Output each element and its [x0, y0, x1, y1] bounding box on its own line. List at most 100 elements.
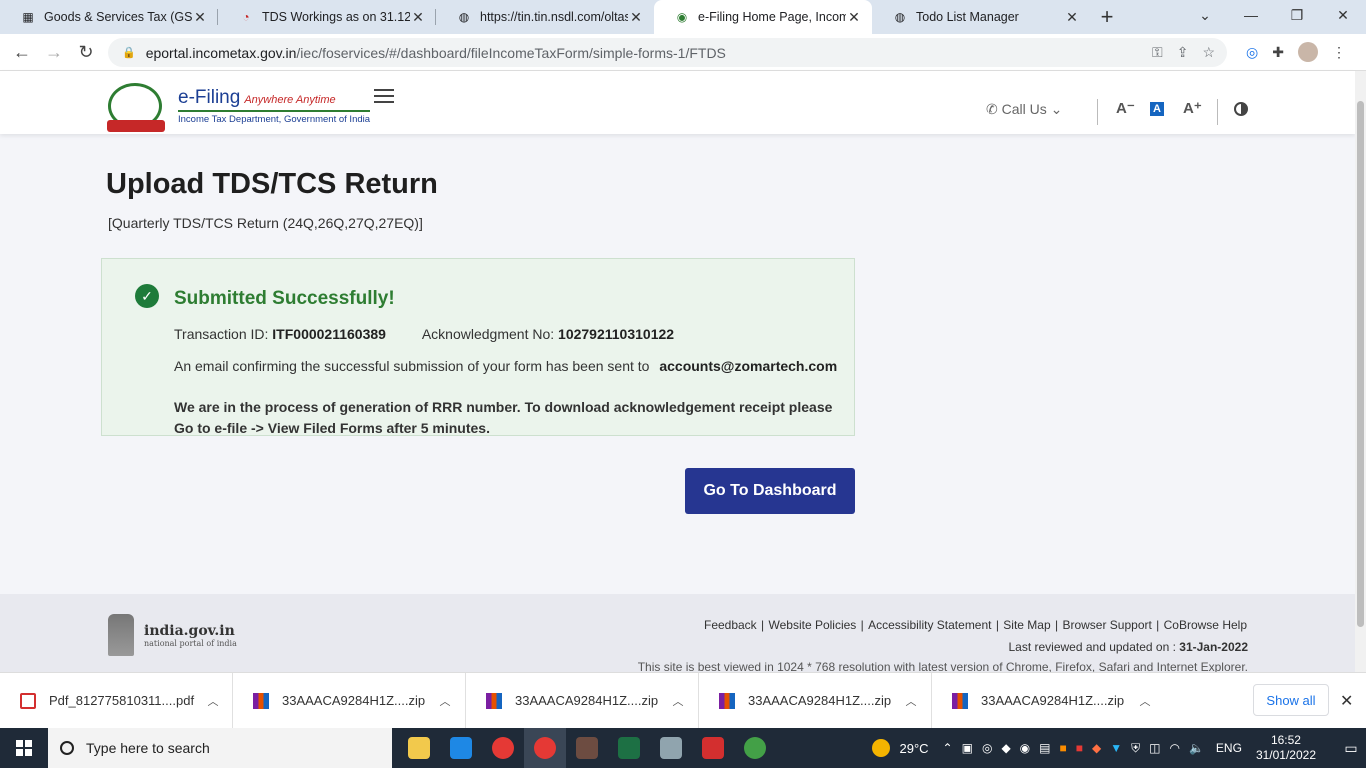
chevron-up-icon[interactable]: ︿ — [1125, 693, 1165, 709]
start-button[interactable] — [0, 728, 48, 768]
tab-title: e-Filing Home Page, Income — [698, 10, 846, 24]
close-icon[interactable]: ✕ — [192, 9, 208, 26]
reload-icon[interactable]: ↻ — [70, 42, 102, 63]
share-icon[interactable]: ⇪ — [1177, 44, 1189, 61]
tray-app-icon[interactable]: ◎ — [982, 741, 992, 756]
download-item[interactable]: 33AAACA9284H1Z....zip ︿ — [699, 672, 932, 729]
browser-tab-strip: ▦ Goods & Services Tax (GST) | ✕ ◔ TDS W… — [0, 0, 1366, 34]
profile-avatar[interactable] — [1298, 42, 1318, 62]
chevron-up-icon[interactable]: ⌃ — [943, 741, 953, 756]
download-item[interactable]: Pdf_812775810311....pdf ︿ — [0, 672, 233, 729]
chevron-up-icon[interactable]: ︿ — [425, 693, 465, 709]
footer-link-accessibility[interactable]: Accessibility Statement — [868, 618, 991, 632]
ack-label: Acknowledgment No: — [421, 326, 555, 342]
clock[interactable]: 16:52 31/01/2022 — [1256, 733, 1316, 763]
tab-title: Goods & Services Tax (GST) | — [44, 10, 192, 24]
go-to-dashboard-button[interactable]: Go To Dashboard — [685, 468, 855, 514]
restore-icon[interactable]: ❐ — [1274, 0, 1320, 34]
app-icon[interactable] — [566, 728, 608, 768]
font-default-button[interactable]: A — [1150, 102, 1164, 116]
chevron-up-icon[interactable]: ︿ — [658, 693, 698, 709]
app-icon[interactable] — [650, 728, 692, 768]
page-subtitle: [Quarterly TDS/TCS Return (24Q,26Q,27Q,2… — [108, 215, 423, 231]
tab-tds-workings[interactable]: ◔ TDS Workings as on 31.12.20 ✕ — [218, 0, 436, 34]
contrast-toggle-icon[interactable] — [1234, 102, 1248, 116]
efiling-logo[interactable]: e-Filing Anywhere Anytime Income Tax Depa… — [107, 83, 371, 132]
back-icon[interactable]: ← — [6, 42, 38, 63]
address-bar[interactable]: 🔒 eportal.incometax.gov.in /iec/foservic… — [108, 38, 1227, 67]
chrome-icon[interactable] — [482, 728, 524, 768]
menu-dots-icon[interactable]: ⋮ — [1332, 44, 1346, 61]
wifi-icon[interactable]: ◠ — [1169, 741, 1179, 756]
scrollbar-thumb[interactable] — [1357, 101, 1364, 627]
forward-icon[interactable]: → — [38, 42, 70, 63]
tab-efiling[interactable]: ◉ e-Filing Home Page, Income ✕ — [654, 0, 872, 34]
phone-icon: ✆ — [986, 101, 998, 117]
tray-app-icon[interactable]: ◉ — [1020, 741, 1030, 756]
last-reviewed: Last reviewed and updated on : 31-Jan-20… — [1008, 640, 1248, 654]
time: 16:52 — [1270, 733, 1301, 747]
volume-icon[interactable]: 🔈 — [1189, 741, 1204, 756]
security-icon[interactable]: ⛨ — [1131, 741, 1140, 756]
download-item[interactable]: 33AAACA9284H1Z....zip ︿ — [466, 672, 699, 729]
tray-app-icon[interactable]: ■ — [1060, 741, 1067, 756]
india-gov-logo[interactable]: india.gov.in national portal of india — [108, 614, 237, 656]
footer-link-feedback[interactable]: Feedback — [704, 618, 757, 632]
chevron-up-icon[interactable]: ︿ — [891, 693, 931, 709]
tray-app-icon[interactable]: ◆ — [1092, 741, 1101, 756]
footer-link-site-map[interactable]: Site Map — [1003, 618, 1050, 632]
close-icon[interactable]: ✕ — [628, 9, 644, 26]
page-scrollbar[interactable] — [1355, 71, 1366, 672]
excel-icon[interactable] — [608, 728, 650, 768]
footer-link-browser-support[interactable]: Browser Support — [1062, 618, 1151, 632]
close-icon[interactable]: ✕ — [1340, 691, 1353, 711]
network-icon[interactable]: ◫ — [1149, 741, 1160, 756]
new-tab-button[interactable]: + — [1090, 0, 1124, 34]
extension-sync-icon[interactable]: ◎ — [1246, 44, 1258, 61]
tray-app-icon[interactable]: ▤ — [1039, 741, 1050, 756]
tray-app-icon[interactable]: ◆ — [1001, 741, 1010, 756]
close-window-icon[interactable]: ✕ — [1320, 0, 1366, 34]
india-gov-subtitle: national portal of india — [144, 638, 237, 648]
tab-nsdl[interactable]: ◍ https://tin.tin.nsdl.com/oltas/ ✕ — [436, 0, 654, 34]
font-increase-button[interactable]: A⁺ — [1183, 99, 1202, 117]
tray-icons: ⌃ ▣ ◎ ◆ ◉ ▤ ■ ■ ◆ ▼ ⛨ ◫ ◠ 🔈 — [943, 741, 1204, 756]
tab-todo[interactable]: ◍ Todo List Manager ✕ — [872, 0, 1090, 34]
chrome-active-icon[interactable] — [524, 728, 566, 768]
tab-search-icon[interactable]: ⌄ — [1182, 0, 1228, 34]
file-explorer-icon[interactable] — [398, 728, 440, 768]
weather-widget[interactable]: 29°C — [871, 739, 929, 757]
footer-link-cobrowse-help[interactable]: CoBrowse Help — [1164, 618, 1247, 632]
download-item[interactable]: 33AAACA9284H1Z....zip ︿ — [233, 672, 466, 729]
minimize-icon[interactable]: — — [1228, 0, 1274, 34]
lock-icon[interactable]: 🔒 — [122, 46, 136, 59]
transaction-label: Transaction ID: — [174, 326, 269, 342]
tab-gst[interactable]: ▦ Goods & Services Tax (GST) | ✕ — [0, 0, 218, 34]
efiling-favicon-icon: ◉ — [676, 10, 688, 24]
shield-icon[interactable]: ▼ — [1110, 741, 1122, 756]
tray-app-icon[interactable]: ▣ — [962, 741, 973, 756]
show-all-downloads-button[interactable]: Show all — [1253, 684, 1329, 716]
close-icon[interactable]: ✕ — [410, 9, 426, 26]
taskbar-search[interactable]: Type here to search — [48, 728, 392, 768]
close-icon[interactable]: ✕ — [1064, 9, 1080, 26]
chevron-up-icon[interactable]: ︿ — [194, 693, 232, 709]
tray-app-icon[interactable]: ■ — [1076, 741, 1083, 756]
close-icon[interactable]: ✕ — [846, 9, 862, 26]
notification-icon[interactable]: ▭ — [1336, 740, 1366, 757]
hamburger-menu-icon[interactable] — [374, 89, 394, 107]
star-icon[interactable]: ☆ — [1202, 44, 1215, 61]
download-item[interactable]: 33AAACA9284H1Z....zip ︿ — [932, 673, 1165, 729]
acrobat-icon[interactable] — [692, 728, 734, 768]
url-host: eportal.incometax.gov.in — [145, 44, 297, 61]
language-indicator[interactable]: ENG — [1216, 741, 1242, 755]
footer-link-website-policies[interactable]: Website Policies — [768, 618, 856, 632]
check-circle-icon: ✓ — [135, 284, 159, 308]
extensions-puzzle-icon[interactable]: ✚ — [1272, 44, 1284, 61]
font-decrease-button[interactable]: A⁻ — [1116, 99, 1135, 117]
pdf-file-icon — [20, 692, 36, 709]
call-us-dropdown[interactable]: ✆ Call Us ⌄ — [986, 101, 1062, 118]
key-icon[interactable]: ⚿ — [1152, 44, 1163, 61]
chrome-icon[interactable] — [734, 728, 776, 768]
app-icon[interactable] — [440, 728, 482, 768]
